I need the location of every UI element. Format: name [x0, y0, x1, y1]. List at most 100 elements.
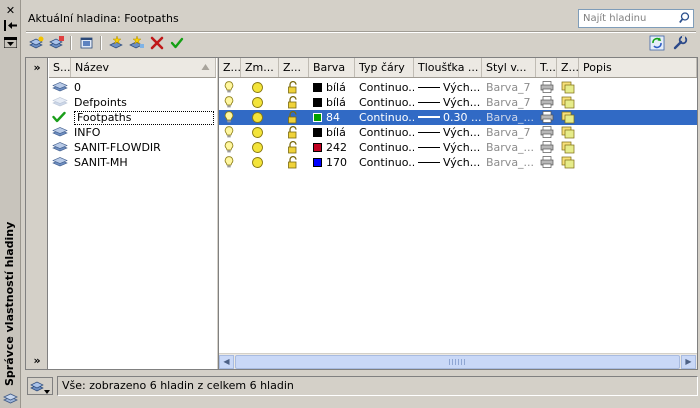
- sun-icon[interactable]: [241, 141, 279, 156]
- col-lock[interactable]: Z...: [279, 58, 309, 77]
- sun-icon[interactable]: [241, 111, 279, 126]
- lightbulb-icon[interactable]: [219, 111, 241, 126]
- col-description[interactable]: Popis: [579, 58, 697, 77]
- layer-name[interactable]: 0: [71, 80, 216, 95]
- refresh-icon[interactable]: [648, 34, 666, 52]
- layer-name[interactable]: INFO: [71, 125, 216, 140]
- grid-row[interactable]: 84 Continuo... 0.30 ... Barva_...: [219, 110, 697, 125]
- lock-icon[interactable]: [279, 81, 309, 96]
- layer-stack-icon[interactable]: [49, 81, 71, 96]
- lineweight-cell[interactable]: 0.30 ...: [414, 110, 482, 125]
- lightbulb-icon[interactable]: [219, 81, 241, 96]
- linetype-cell[interactable]: Continuo...: [355, 125, 414, 140]
- col-linetype[interactable]: Typ čáry: [355, 58, 414, 77]
- new-layer-icon[interactable]: [108, 34, 126, 52]
- col-freeze[interactable]: Zm...: [241, 58, 279, 77]
- layer-states-icon[interactable]: [78, 34, 96, 52]
- set-current-icon[interactable]: [168, 34, 186, 52]
- grid-row[interactable]: bílá Continuo... Vých... Barva_7: [219, 80, 697, 95]
- color-cell[interactable]: bílá: [309, 80, 355, 95]
- lineweight-cell[interactable]: Vých...: [414, 125, 482, 140]
- vp-freeze-icon[interactable]: [557, 111, 579, 126]
- lineweight-cell[interactable]: Vých...: [414, 95, 482, 110]
- printer-icon[interactable]: [536, 156, 557, 171]
- sun-icon[interactable]: [241, 126, 279, 141]
- scroll-left-icon[interactable]: ◀: [219, 355, 234, 369]
- plotstyle-cell[interactable]: Barva_...: [482, 140, 536, 155]
- layer-stack-icon[interactable]: [49, 141, 71, 156]
- col-plot[interactable]: T...: [536, 58, 557, 77]
- new-layer-vp-frozen-icon[interactable]: [128, 34, 146, 52]
- lock-icon[interactable]: [279, 141, 309, 156]
- col-vp-freeze[interactable]: Z...: [557, 58, 579, 77]
- grid-row[interactable]: bílá Continuo... Vých... Barva_7: [219, 95, 697, 110]
- horizontal-scrollbar[interactable]: ◀ ▶: [219, 353, 697, 369]
- lock-icon[interactable]: [279, 126, 309, 141]
- layer-row[interactable]: SANIT-FLOWDIR: [49, 140, 216, 155]
- autohide-icon[interactable]: [3, 20, 18, 33]
- vp-freeze-icon[interactable]: [557, 126, 579, 141]
- color-cell[interactable]: 242: [309, 140, 355, 155]
- col-name[interactable]: Název: [71, 58, 216, 77]
- printer-icon[interactable]: [536, 96, 557, 111]
- plotstyle-cell[interactable]: Barva_7: [482, 125, 536, 140]
- layer-name[interactable]: SANIT-FLOWDIR: [71, 140, 216, 155]
- description-cell[interactable]: [579, 140, 697, 155]
- plotstyle-cell[interactable]: Barva_...: [482, 155, 536, 170]
- sun-icon[interactable]: [241, 81, 279, 96]
- color-cell[interactable]: 170: [309, 155, 355, 170]
- sun-icon[interactable]: [241, 96, 279, 111]
- current-check-icon[interactable]: [49, 111, 71, 126]
- linetype-cell[interactable]: Continuo...: [355, 95, 414, 110]
- description-cell[interactable]: [579, 125, 697, 140]
- color-cell[interactable]: 84: [309, 110, 355, 125]
- vp-freeze-icon[interactable]: [557, 96, 579, 111]
- lightbulb-icon[interactable]: [219, 126, 241, 141]
- col-on[interactable]: Z...: [219, 58, 241, 77]
- layer-stack-icon[interactable]: [49, 96, 71, 111]
- lineweight-cell[interactable]: Vých...: [414, 140, 482, 155]
- color-cell[interactable]: bílá: [309, 125, 355, 140]
- layer-name[interactable]: SANIT-MH: [71, 155, 216, 170]
- layer-row[interactable]: INFO: [49, 125, 216, 140]
- grid-row[interactable]: bílá Continuo... Vých... Barva_7: [219, 125, 697, 140]
- description-cell[interactable]: [579, 110, 697, 125]
- vp-freeze-icon[interactable]: [557, 81, 579, 96]
- description-cell[interactable]: [579, 80, 697, 95]
- lineweight-cell[interactable]: Vých...: [414, 155, 482, 170]
- linetype-cell[interactable]: Continuo...: [355, 80, 414, 95]
- linetype-cell[interactable]: Continuo...: [355, 155, 414, 170]
- lock-icon[interactable]: [279, 111, 309, 126]
- layer-stack-icon[interactable]: [49, 126, 71, 141]
- lineweight-cell[interactable]: Vých...: [414, 80, 482, 95]
- grid-row[interactable]: 242 Continuo... Vých... Barva_...: [219, 140, 697, 155]
- linetype-cell[interactable]: Continuo...: [355, 140, 414, 155]
- palette-titlebar[interactable]: ✕ Správce vlastností hladiny: [0, 0, 21, 408]
- sun-icon[interactable]: [241, 156, 279, 171]
- new-group-filter-icon[interactable]: [48, 34, 66, 52]
- properties-menu-icon[interactable]: [3, 36, 18, 50]
- lightbulb-icon[interactable]: [219, 141, 241, 156]
- filter-tree-collapsed[interactable]: » »: [26, 58, 48, 369]
- plotstyle-cell[interactable]: Barva_7: [482, 95, 536, 110]
- scroll-thumb[interactable]: [235, 355, 680, 369]
- description-cell[interactable]: [579, 95, 697, 110]
- lightbulb-icon[interactable]: [219, 156, 241, 171]
- col-color[interactable]: Barva: [309, 58, 355, 77]
- printer-icon[interactable]: [536, 126, 557, 141]
- layer-stack-icon[interactable]: [49, 156, 71, 171]
- plotstyle-cell[interactable]: Barva_...: [482, 110, 536, 125]
- vp-freeze-icon[interactable]: [557, 156, 579, 171]
- scroll-right-icon[interactable]: ▶: [681, 355, 696, 369]
- col-status[interactable]: S...: [49, 58, 71, 77]
- col-plotstyle[interactable]: Styl v...: [482, 58, 536, 77]
- vp-freeze-icon[interactable]: [557, 141, 579, 156]
- description-cell[interactable]: [579, 155, 697, 170]
- lock-icon[interactable]: [279, 96, 309, 111]
- printer-icon[interactable]: [536, 81, 557, 96]
- grid-row[interactable]: 170 Continuo... Vých... Barva_...: [219, 155, 697, 170]
- linetype-cell[interactable]: Continuo...: [355, 110, 414, 125]
- layer-row[interactable]: Footpaths: [49, 110, 216, 125]
- color-cell[interactable]: bílá: [309, 95, 355, 110]
- layer-name[interactable]: Defpoints: [71, 95, 216, 110]
